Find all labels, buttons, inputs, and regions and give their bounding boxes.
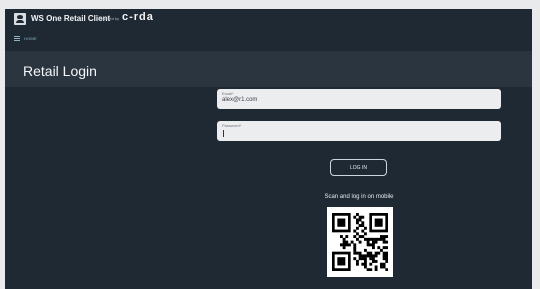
page-header: Retail Login xyxy=(5,51,532,87)
nav-bar: HOME xyxy=(5,31,532,51)
email-field[interactable]: Email* alex@r1.com xyxy=(217,89,501,109)
title-bar: WS One Retail Client Powered by c-rda xyxy=(5,9,532,31)
password-field-label: Password* xyxy=(222,123,242,128)
powered-by-label: Powered by xyxy=(98,16,120,21)
page-title: Retail Login xyxy=(23,63,97,79)
qr-code-graphic xyxy=(332,213,388,271)
email-field-label: Email* xyxy=(222,91,234,96)
app-window: WS One Retail Client Powered by c-rda HO… xyxy=(5,9,532,289)
email-field-value[interactable]: alex@r1.com xyxy=(222,97,257,103)
scan-instructions: Scan and log in on mobile xyxy=(324,194,394,200)
brand-logo: c-rda xyxy=(122,11,154,23)
login-button[interactable]: LOG IN xyxy=(330,159,387,176)
password-field[interactable]: Password* xyxy=(217,121,501,141)
nav-home-link[interactable]: HOME xyxy=(24,36,37,41)
menu-icon[interactable] xyxy=(14,36,20,41)
qr-code-icon xyxy=(327,207,393,277)
user-card-icon xyxy=(14,13,26,25)
text-caret xyxy=(223,130,224,137)
